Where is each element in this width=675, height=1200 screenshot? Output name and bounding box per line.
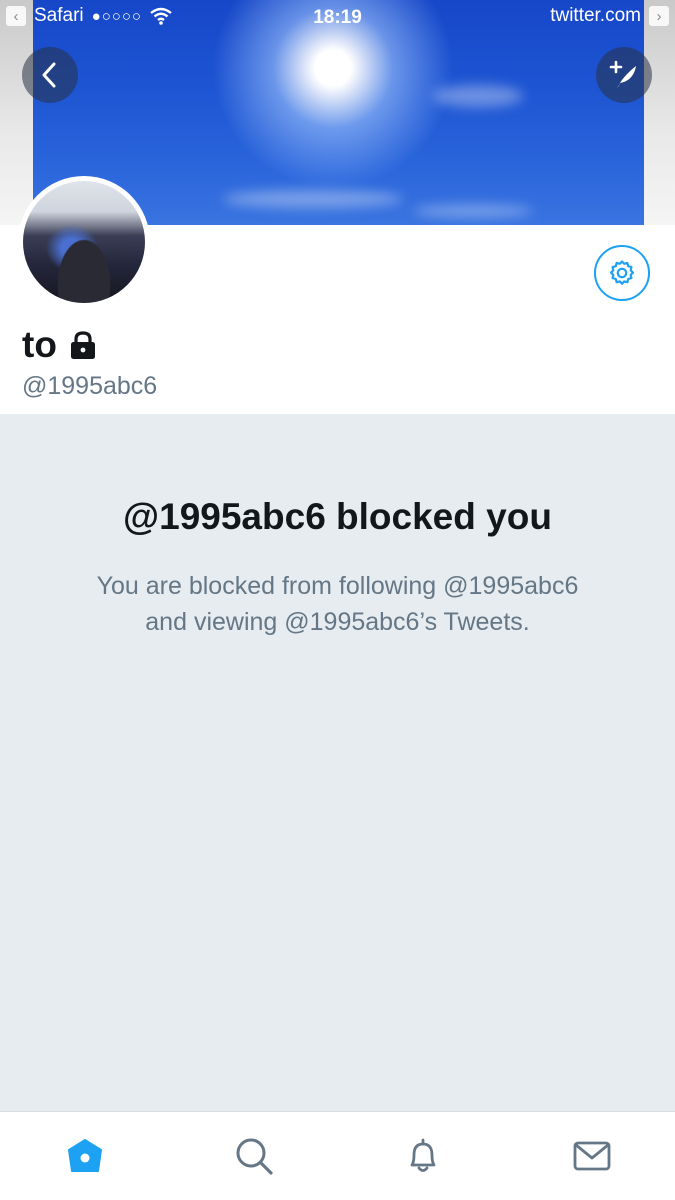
blocked-description-line: You are blocked from following @1995abc6 (96, 572, 579, 600)
blocked-description-line: and viewing @1995abc6’s Tweets. (145, 608, 530, 636)
status-bar-right: twitter.com › (550, 5, 669, 27)
tab-search[interactable] (232, 1134, 276, 1178)
tab-home[interactable] (63, 1134, 107, 1178)
avatar-image (23, 181, 145, 303)
compose-feather-icon (609, 60, 636, 89)
home-icon (68, 1139, 102, 1172)
search-icon (236, 1138, 273, 1175)
compose-tweet-button[interactable] (596, 47, 652, 103)
bell-icon (410, 1138, 436, 1172)
banner-cloud (413, 205, 533, 217)
lock-icon (70, 331, 95, 359)
mail-icon (573, 1141, 611, 1171)
blocked-description: You are blocked from following @1995abc6… (60, 568, 615, 640)
gear-icon (609, 260, 635, 285)
status-bar: ‹ Safari ●○○○○ 18:19 twitter.com › (0, 0, 675, 36)
tab-notifications[interactable] (401, 1134, 445, 1178)
tab-messages[interactable] (570, 1134, 614, 1178)
display-name: to (22, 324, 57, 365)
banner-cloud (433, 85, 523, 107)
banner-cloud (223, 190, 403, 208)
profile-avatar[interactable] (18, 176, 150, 308)
profile-name-row: to (22, 324, 97, 366)
profile-settings-button[interactable] (594, 245, 650, 301)
profile-handle: @1995abc6 (22, 372, 158, 400)
blocked-title: @1995abc6 blocked you (123, 496, 552, 537)
back-button[interactable] (22, 47, 78, 103)
forward-chevron-icon[interactable]: › (649, 6, 669, 26)
chevron-left-icon (42, 62, 56, 88)
site-label[interactable]: twitter.com (550, 5, 641, 27)
bottom-tab-bar (0, 1111, 675, 1200)
